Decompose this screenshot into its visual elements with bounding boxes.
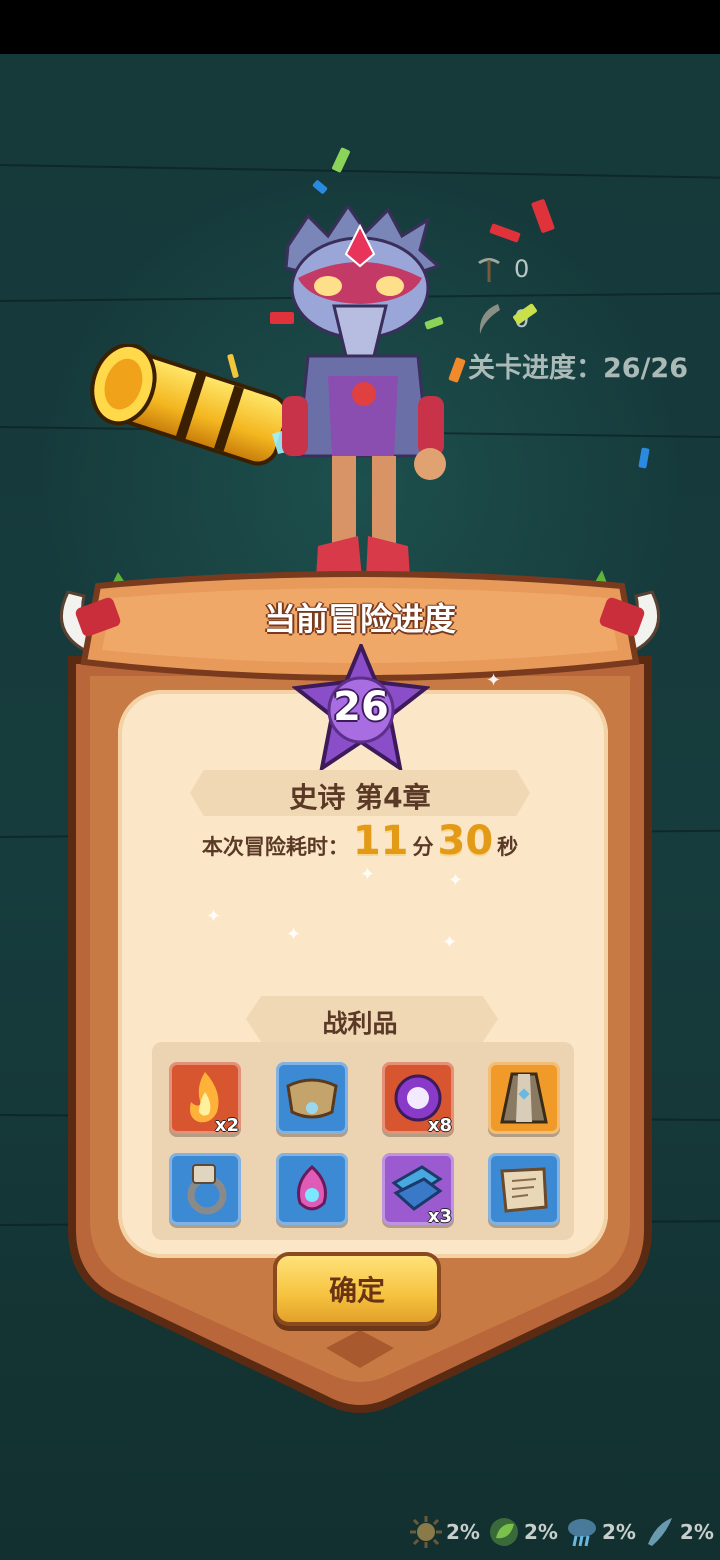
time-seconds: 30	[437, 818, 494, 864]
sun-icon	[410, 1516, 442, 1548]
leaf-icon	[489, 1518, 518, 1546]
time-label: 本次冒险耗时：	[201, 835, 349, 859]
status-bar	[0, 0, 720, 54]
scroll-icon	[500, 1167, 548, 1213]
ring-icon	[187, 1164, 227, 1215]
bottom-stat-sun: 2%	[408, 1514, 480, 1550]
pickaxe-count: 0	[514, 255, 530, 283]
loot-item-1[interactable]: x2	[169, 1062, 241, 1136]
horn-icon	[479, 304, 500, 334]
storm-icon	[567, 1519, 596, 1547]
chapter-label: 史诗 第4章	[289, 781, 431, 814]
confirm-button[interactable]: 确定	[277, 1256, 437, 1322]
loot-count: x8	[427, 1115, 452, 1136]
stat-value: 2%	[601, 1520, 636, 1544]
shoulder-armor-icon	[286, 1078, 338, 1119]
elapsed-time-row: 本次冒险耗时： 11 分 30 秒	[0, 818, 720, 864]
loot-item-8[interactable]	[488, 1153, 560, 1225]
loot-item-2[interactable]	[276, 1062, 348, 1134]
bottom-stats-bar: 2% 2% 2% 2%	[408, 1508, 720, 1556]
time-minutes: 11	[352, 818, 409, 864]
pickaxe-stat: 0	[474, 254, 530, 284]
dialog-title: 当前冒险进度	[263, 600, 456, 638]
loot-item-6[interactable]	[276, 1153, 348, 1225]
wind-icon	[647, 1518, 672, 1546]
loot-item-3[interactable]: x8	[382, 1062, 454, 1136]
pickaxe-icon	[478, 258, 500, 282]
loot-count: x2	[214, 1115, 239, 1136]
bottom-stat-wind: 2%	[642, 1514, 714, 1550]
loot-item-7[interactable]: x3	[382, 1153, 454, 1227]
stat-value: 2%	[523, 1520, 558, 1544]
bottom-stat-storm: 2%	[564, 1514, 636, 1550]
level-number: 26	[333, 684, 389, 730]
hero-character-image	[282, 206, 446, 578]
bottom-stat-leaf: 2%	[486, 1514, 558, 1550]
amulet-icon	[297, 1164, 327, 1211]
stat-value: 2%	[679, 1520, 714, 1544]
cloak-icon	[500, 1072, 548, 1124]
stat-value: 2%	[446, 1520, 480, 1544]
loot-title: 战利品	[322, 1009, 398, 1038]
stage-progress: 关卡进度：26/26	[468, 353, 689, 384]
seconds-unit: 秒	[497, 835, 519, 859]
loot-item-4[interactable]	[488, 1062, 560, 1134]
minutes-unit: 分	[412, 835, 434, 859]
loot-item-5[interactable]	[169, 1153, 241, 1225]
golden-cannon-image	[90, 344, 304, 466]
loot-count: x3	[427, 1206, 452, 1227]
